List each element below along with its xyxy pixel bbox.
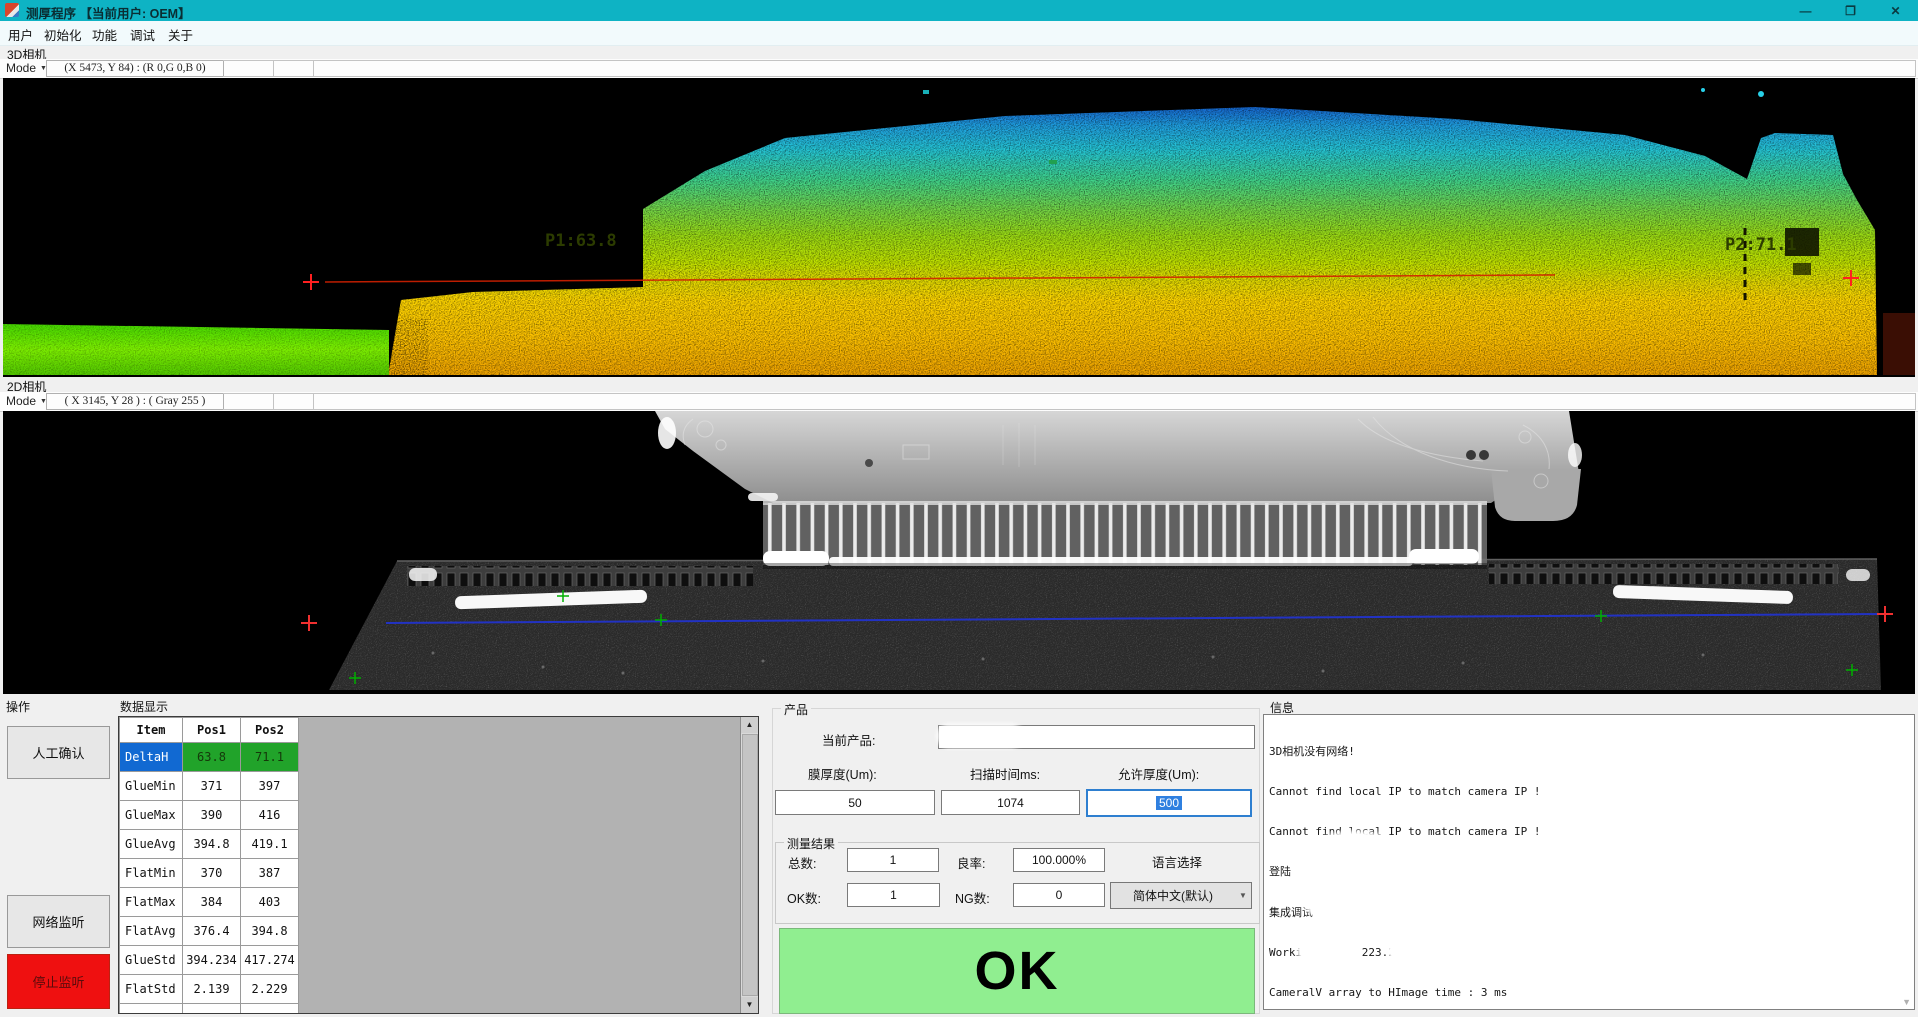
scrollbar-thumb[interactable]	[742, 734, 758, 996]
table-row[interactable]: X2583.57966.7	[120, 1004, 299, 1015]
close-icon[interactable]: ✕	[1873, 0, 1918, 21]
mode-seg	[273, 60, 314, 77]
bottom-panel: 操作 人工确认 网络监听 停止监听 数据显示 Item Pos1 Pos2 De…	[0, 694, 1918, 1017]
measurement-table: Item Pos1 Pos2 DeltaH63.871.1 GlueMin371…	[119, 717, 299, 1014]
table-header-row: Item Pos1 Pos2	[120, 718, 299, 743]
connector-region	[763, 501, 1487, 569]
ng-count-label: NG数:	[955, 888, 990, 907]
menu-about[interactable]: 关于	[168, 25, 193, 44]
stop-listen-button[interactable]: 停止监听	[7, 954, 110, 1009]
grayscale-image	[3, 411, 1915, 694]
scroll-up-icon[interactable]: ▲	[741, 717, 758, 733]
redaction-smudge	[940, 727, 1020, 745]
mode-seg	[223, 60, 274, 77]
table-row[interactable]: FlatStd2.1392.229	[120, 975, 299, 1004]
product-title: 产品	[781, 701, 811, 718]
mode-seg	[273, 393, 314, 410]
table-row[interactable]: FlatMax384403	[120, 888, 299, 917]
p1-measure-label: P1:63.8	[545, 231, 617, 251]
table-row[interactable]: FlatAvg376.4394.8	[120, 917, 299, 946]
results-title: 测量结果	[784, 835, 838, 852]
cursor-status-2d: ( X 3145, Y 28 ) : ( Gray 255 )	[46, 393, 224, 410]
mode-seg	[223, 393, 274, 410]
menubar: 用户 初始化 功能 调试 关于	[0, 21, 1918, 46]
app-icon	[5, 3, 19, 17]
table-row[interactable]: FlatMin370387	[120, 859, 299, 888]
mode-dropdown-2d[interactable]: Mode▼	[6, 393, 47, 409]
ok-count-field[interactable]: 1	[847, 883, 940, 907]
mode-seg	[313, 60, 1916, 77]
total-field[interactable]: 1	[847, 848, 939, 872]
total-label: 总数:	[788, 853, 816, 872]
ng-count-field[interactable]: 0	[1013, 883, 1105, 907]
chevron-down-icon: ▼	[1235, 891, 1251, 900]
language-select[interactable]: 简体中文(默认) ▼	[1110, 882, 1252, 909]
table-row[interactable]: DeltaH63.871.1	[120, 743, 299, 772]
scan-time-field[interactable]: 1074	[941, 790, 1080, 815]
camera2d-view[interactable]	[3, 411, 1915, 694]
menu-init[interactable]: 初始化	[44, 25, 82, 44]
data-display-title: 数据显示	[120, 698, 168, 715]
table-row[interactable]: GlueMin371397	[120, 772, 299, 801]
heightmap-image: P1:63.8 P2:71.1	[3, 78, 1915, 377]
yield-field[interactable]: 100.000%	[1013, 848, 1105, 872]
camera3d-view[interactable]: P1:63.8 P2:71.1	[3, 78, 1915, 377]
ok-count-label: OK数:	[787, 888, 821, 907]
restore-icon[interactable]: ❐	[1828, 0, 1873, 21]
redaction-smudge	[1316, 958, 1346, 971]
modebar-3d: Mode▼ (X 5473, Y 84) : (R 0,G 0,B 0)	[0, 59, 1918, 79]
film-thickness-label: 膜厚度(Um):	[808, 764, 877, 783]
scroll-down-icon[interactable]: ▼	[741, 997, 758, 1013]
film-thickness-field[interactable]: 50	[775, 790, 935, 815]
table-row[interactable]: GlueMax390416	[120, 801, 299, 830]
p2-measure-label: P2:71.1	[1725, 235, 1797, 255]
allow-thickness-label: 允许厚度(Um):	[1118, 764, 1199, 783]
pcb-region	[655, 411, 1579, 503]
scan-time-label: 扫描时间ms:	[970, 764, 1040, 783]
menu-debug[interactable]: 调试	[130, 25, 155, 44]
mode-seg	[313, 393, 1916, 410]
result-status-indicator: OK	[779, 928, 1255, 1014]
network-listen-button[interactable]: 网络监听	[7, 895, 110, 948]
menu-user[interactable]: 用户	[8, 25, 33, 44]
yield-label: 良率:	[957, 853, 985, 872]
table-scrollbar[interactable]: ▲ ▼	[740, 717, 758, 1013]
app-window: 测厚程序 【当前用户: OEM】 — ❐ ✕ 用户 初始化 功能 调试 关于 3…	[0, 0, 1918, 1017]
titlebar: 测厚程序 【当前用户: OEM】 — ❐ ✕	[0, 0, 1918, 21]
window-title: 测厚程序 【当前用户: OEM】	[26, 3, 191, 22]
redaction-smudge	[1330, 882, 1800, 908]
table-row[interactable]: GlueAvg394.8419.1	[120, 830, 299, 859]
minimize-icon[interactable]: —	[1783, 0, 1828, 21]
redaction-smudge	[1390, 940, 1432, 962]
cursor-status-3d: (X 5473, Y 84) : (R 0,G 0,B 0)	[46, 60, 224, 77]
modebar-2d: Mode▼ ( X 3145, Y 28 ) : ( Gray 255 )	[0, 392, 1918, 412]
manual-confirm-button[interactable]: 人工确认	[7, 726, 110, 779]
data-table-container: Item Pos1 Pos2 DeltaH63.871.1 GlueMin371…	[118, 716, 759, 1014]
mode-dropdown-3d[interactable]: Mode▼	[6, 60, 47, 76]
scroll-down-icon[interactable]: ▼	[1902, 997, 1911, 1007]
allow-thickness-field[interactable]: 500	[1086, 789, 1252, 817]
operation-title: 操作	[6, 698, 30, 715]
table-row[interactable]: GlueStd394.234417.274	[120, 946, 299, 975]
menu-function[interactable]: 功能	[92, 25, 117, 44]
language-label: 语言选择	[1152, 852, 1202, 871]
current-product-label: 当前产品:	[822, 730, 875, 749]
